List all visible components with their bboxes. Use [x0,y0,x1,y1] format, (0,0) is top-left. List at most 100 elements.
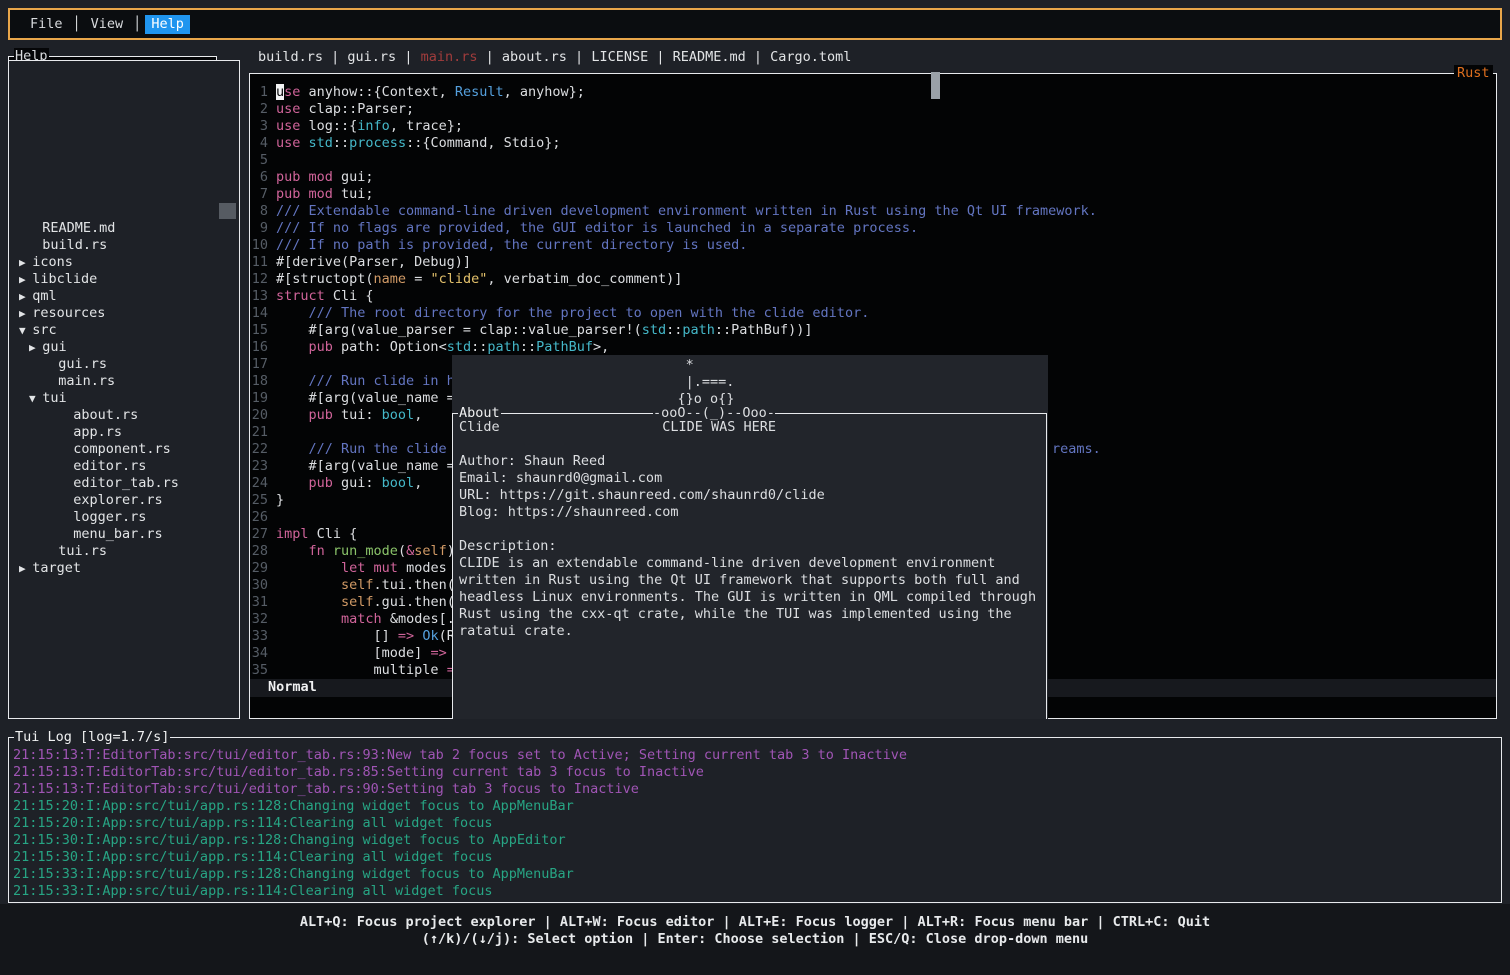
chevron-down-icon: ▼ [19,324,32,337]
code-text: impl Cli { [276,526,357,543]
tree-indent-spacer [60,494,73,507]
line-number: 19 [251,390,268,407]
code-token: fn [309,543,333,559]
tree-item-tui[interactable]: ▼ tui [29,390,67,407]
line-number: 29 [251,560,268,577]
code-token: /// If no flags are provided, the GUI ed… [276,220,918,236]
log-entry: 21:15:20:I:App:src/tui/app.rs:114:Cleari… [13,815,493,832]
tree-item-menu_bar-rs[interactable]: menu_bar.rs [60,526,163,543]
tree-item-about-rs[interactable]: about.rs [60,407,138,424]
code-token: /// If no path is provided, the current … [276,237,747,253]
code-token: info [357,118,390,134]
shortcut-line-2: (↑/k)/(↓/j): Select option | Enter: Choo… [0,931,1510,948]
code-token: bool [382,475,415,491]
editor-tab-cargo-toml[interactable]: Cargo.toml [770,49,851,65]
code-token: } [276,492,284,508]
tree-item-label: tui [42,390,66,406]
tree-item-component-rs[interactable]: component.rs [60,441,171,458]
code-token: /// Extendable command-line driven devel… [276,203,1097,219]
code-line: 9/// If no flags are provided, the GUI e… [251,220,1491,237]
code-text: fn run_mode(&self) [276,543,455,560]
line-number: 15 [251,322,268,339]
menu-item-file[interactable]: File [24,15,69,34]
code-text: /// Run the clide [276,441,455,458]
line-number: 18 [251,373,268,390]
line-number: 33 [251,628,268,645]
tree-item-qml[interactable]: ▶ qml [19,288,57,305]
tree-item-app-rs[interactable]: app.rs [60,424,122,441]
line-number: 11 [251,254,268,271]
editor-tab-about-rs[interactable]: about.rs [502,49,567,65]
tui-log-panel: Tui Log [log=1.7/s] 21:15:13:T:EditorTab… [8,737,1502,903]
code-token: use [276,135,309,151]
line-number: 12 [251,271,268,288]
log-entry: 21:15:13:T:EditorTab:src/tui/editor_tab.… [13,781,639,798]
code-token: /// Run clide in h [276,373,455,389]
code-token: self [341,594,374,610]
code-line: 12 #[structopt(name = "clide", verbatim_d… [251,271,1491,288]
tree-item-resources[interactable]: ▶ resources [19,305,105,322]
code-line: 8/// Extendable command-line driven deve… [251,203,1491,220]
code-text: #[arg(value_name = [276,458,455,475]
tree-item-label: editor_tab.rs [73,475,179,491]
tree-item-label: app.rs [73,424,122,440]
code-token: Ok [422,628,438,644]
about-dialog: * |.===. {}o o{} About -ooO--(_)--Ooo- C… [452,355,1048,719]
line-number: 16 [251,339,268,356]
code-token: #[arg(value_name = [276,458,455,474]
code-token: :: [471,339,487,355]
code-text: } [276,492,284,509]
tree-item-icons[interactable]: ▶ icons [19,254,73,271]
editor-tab-bar: build.rs | gui.rs | main.rs | about.rs |… [258,49,851,66]
code-token: tui: [341,407,382,423]
log-entry: 21:15:13:T:EditorTab:src/tui/editor_tab.… [13,764,704,781]
code-text: pub tui: bool, [276,407,422,424]
code-text: #[structopt(name = "clide", verbatim_doc… [276,271,682,288]
tree-item-label: libclide [32,271,97,287]
line-number: 24 [251,475,268,492]
code-token: std [309,135,333,151]
tree-item-libclide[interactable]: ▶ libclide [19,271,97,288]
menu-item-view[interactable]: View [85,15,130,34]
line-number: 27 [251,526,268,543]
tree-item-readme-md[interactable]: README.md [29,220,115,237]
explorer-scrollbar-thumb[interactable] [219,203,236,219]
tree-item-label: build.rs [42,237,107,253]
code-line: 5 [251,152,1491,169]
code-token: std [642,322,666,338]
editor-tab-readme-md[interactable]: README.md [673,49,746,65]
code-token: Result [455,84,504,100]
code-line: 15 #[arg(value_parser = clap::value_pars… [251,322,1491,339]
tree-item-src[interactable]: ▼ src [19,322,57,339]
tree-item-logger-rs[interactable]: logger.rs [60,509,146,526]
tree-item-editor-rs[interactable]: editor.rs [60,458,146,475]
tree-item-main-rs[interactable]: main.rs [45,373,115,390]
code-token: , verbatim_doc_comment)] [487,271,682,287]
tree-indent-spacer [60,511,73,524]
line-number: 6 [251,169,268,186]
line-number: 26 [251,509,268,526]
editor-scrollbar-thumb[interactable] [931,72,940,99]
tree-item-explorer-rs[interactable]: explorer.rs [60,492,163,509]
tree-item-target[interactable]: ▶ target [19,560,81,577]
code-token: .gui.then( [374,594,455,610]
chevron-down-icon: ▼ [29,392,42,405]
code-token: Cli { [317,526,358,542]
code-token: .tui.then( [374,577,455,593]
tab-separator: | [396,49,420,65]
line-number: 22 [251,441,268,458]
code-token: path [487,339,520,355]
editor-tab-main-rs[interactable]: main.rs [421,49,478,65]
editor-tab-build-rs[interactable]: build.rs [258,49,323,65]
menu-item-help[interactable]: Help [145,15,190,34]
tree-indent-spacer [60,426,73,439]
tree-item-build-rs[interactable]: build.rs [29,237,107,254]
tree-item-editor_tab-rs[interactable]: editor_tab.rs [60,475,179,492]
code-text: use std::process::{Command, Stdio}; [276,135,561,152]
editor-tab-gui-rs[interactable]: gui.rs [347,49,396,65]
tree-item-gui[interactable]: ▶ gui [29,339,67,356]
editor-tab-license[interactable]: LICENSE [591,49,648,65]
code-text: match &modes[. [276,611,455,628]
tree-item-tui-rs[interactable]: tui.rs [45,543,107,560]
tree-item-gui-rs[interactable]: gui.rs [45,356,107,373]
